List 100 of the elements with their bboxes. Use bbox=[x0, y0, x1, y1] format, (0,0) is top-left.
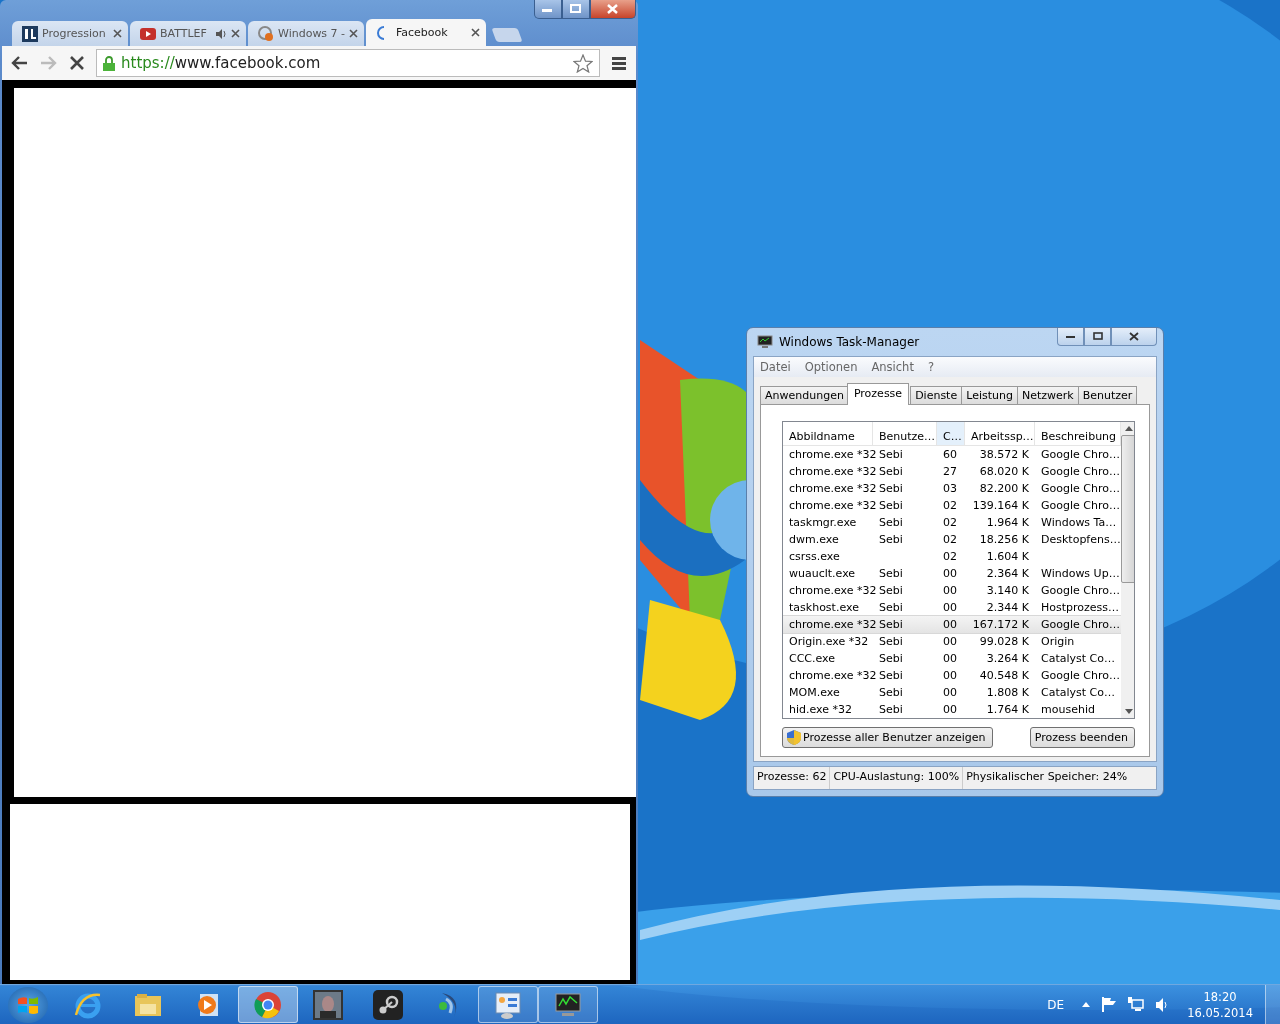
table-cell-text: 02 bbox=[942, 550, 958, 563]
process-row[interactable]: chrome.exe *32 Sebi 00 3.140 K Google Chro… bbox=[783, 582, 1121, 599]
tab[interactable]: Anwendungen bbox=[760, 386, 849, 404]
control-panel-icon[interactable] bbox=[478, 986, 538, 1023]
table-cell-text: 60 bbox=[942, 448, 958, 461]
process-row[interactable]: dwm.exe Sebi 02 18.256 K Desktopfens… bbox=[783, 531, 1121, 548]
play-icon bbox=[140, 27, 156, 40]
process-row[interactable]: taskmgr.exe Sebi 02 1.964 K Windows Ta… bbox=[783, 514, 1121, 531]
table-cell-text: mousehid bbox=[1040, 703, 1096, 716]
process-row[interactable]: chrome.exe *32 Sebi 60 38.572 K Google Chro… bbox=[783, 446, 1121, 463]
browser-tab[interactable]: BATTLEF bbox=[130, 21, 246, 46]
tab[interactable]: Leistung bbox=[961, 386, 1018, 404]
table-cell-text: Windows Ta… bbox=[1040, 516, 1118, 529]
process-row[interactable]: hid.exe *32 Sebi 00 1.764 K mousehid bbox=[783, 701, 1121, 718]
column-header[interactable]: Arbeitssp… bbox=[965, 422, 1035, 445]
minimize-button[interactable] bbox=[534, 0, 562, 19]
show-all-processes-button[interactable]: Prozesse aller Benutzer anzeigen bbox=[782, 727, 993, 748]
table-cell-text: Sebi bbox=[878, 584, 904, 597]
process-row[interactable]: csrss.exe 02 1.604 K bbox=[783, 548, 1121, 565]
minimize-button[interactable] bbox=[1057, 328, 1084, 346]
table-cell-text: 00 bbox=[942, 635, 958, 648]
table-cell-text: 167.172 K bbox=[971, 618, 1030, 631]
table-cell-text: 00 bbox=[942, 567, 958, 580]
tab[interactable]: Prozesse bbox=[846, 383, 910, 405]
browser-tab[interactable]: Windows 7 - bbox=[248, 21, 364, 46]
process-row[interactable]: MOM.exe Sebi 00 1.808 K Catalyst Co… bbox=[783, 684, 1121, 701]
status-text: CPU-Auslastung: 100% bbox=[830, 767, 964, 789]
menu-item[interactable]: ? bbox=[927, 360, 934, 374]
table-cell-text: Google Chro… bbox=[1040, 465, 1121, 478]
address-bar[interactable]: https://www.facebook.com bbox=[96, 49, 600, 77]
table-cell-text: Sebi bbox=[878, 686, 904, 699]
table-cell-text: Catalyst Co… bbox=[1040, 652, 1116, 665]
menu-item[interactable]: Optionen bbox=[804, 360, 858, 374]
stop-icon[interactable] bbox=[70, 56, 84, 70]
table-cell-text: 139.164 K bbox=[971, 499, 1030, 512]
flag-icon[interactable] bbox=[1102, 997, 1117, 1012]
process-row[interactable]: wuauclt.exe Sebi 00 2.364 K Windows Up… bbox=[783, 565, 1121, 582]
monitor-icon[interactable] bbox=[538, 986, 598, 1023]
table-cell-text: Sebi bbox=[878, 448, 904, 461]
url-text: https://www.facebook.com bbox=[121, 54, 322, 72]
column-header[interactable]: Abbildname bbox=[783, 422, 873, 445]
scroll-up-icon[interactable] bbox=[1124, 426, 1133, 431]
table-cell-text: Windows Up… bbox=[1040, 567, 1121, 580]
process-row[interactable]: chrome.exe *32 Sebi 27 68.020 K Google Chro… bbox=[783, 463, 1121, 480]
process-row[interactable]: CCC.exe Sebi 00 3.264 K Catalyst Co… bbox=[783, 650, 1121, 667]
close-tab-icon[interactable] bbox=[113, 29, 122, 38]
close-tab-icon[interactable] bbox=[349, 29, 359, 38]
language-indicator[interactable]: DE bbox=[1047, 997, 1065, 1012]
table-cell-text: Sebi bbox=[878, 465, 904, 478]
close-tab-icon[interactable] bbox=[471, 28, 480, 37]
maximize-button[interactable] bbox=[562, 0, 590, 19]
chrome-icon[interactable] bbox=[238, 986, 298, 1023]
process-row[interactable]: chrome.exe *32 Sebi 00 40.548 K Google Chro… bbox=[783, 667, 1121, 684]
close-button[interactable] bbox=[1111, 328, 1157, 346]
table-cell-text: 00 bbox=[942, 618, 958, 631]
tab[interactable]: Netzwerk bbox=[1016, 386, 1079, 404]
table-cell-text: Sebi bbox=[878, 703, 904, 716]
minimize-icon bbox=[542, 6, 554, 12]
date-text: 16.05.2014 bbox=[1187, 1004, 1253, 1021]
clock[interactable]: 18:20 16.05.2014 bbox=[1187, 988, 1253, 1021]
star-icon[interactable] bbox=[573, 53, 593, 73]
back-icon[interactable] bbox=[10, 55, 28, 71]
menu-item[interactable]: Ansicht bbox=[871, 360, 914, 374]
time-text: 18:20 bbox=[1203, 988, 1237, 1005]
process-row[interactable]: chrome.exe *32 Sebi 00 167.172 K Google Chro… bbox=[783, 616, 1121, 633]
show-desktop-button[interactable] bbox=[1265, 985, 1280, 1024]
process-row[interactable]: chrome.exe *32 Sebi 03 82.200 K Google Chro… bbox=[783, 480, 1121, 497]
process-row[interactable]: Origin.exe *32 Sebi 00 99.028 K Origin bbox=[783, 633, 1121, 650]
tab[interactable]: Dienste bbox=[910, 386, 963, 404]
table-cell-text: 27 bbox=[942, 465, 958, 478]
show-hidden-icons-icon[interactable] bbox=[1082, 1002, 1091, 1007]
table-cell-text: 38.572 K bbox=[978, 448, 1030, 461]
start-button[interactable] bbox=[8, 986, 48, 1023]
table-cell-text: 3.140 K bbox=[985, 584, 1030, 597]
table-cell-text: Sebi bbox=[878, 482, 904, 495]
table-cell-text: Sebi bbox=[878, 567, 904, 580]
maximize-button[interactable] bbox=[1084, 328, 1111, 346]
table-cell-text: Origin bbox=[1040, 635, 1076, 648]
table-cell-text: Hostprozess… bbox=[1040, 601, 1121, 614]
scroll-thumb[interactable] bbox=[1121, 435, 1134, 583]
table-cell-text: Sebi bbox=[878, 652, 904, 665]
table-cell-text: MOM.exe bbox=[788, 686, 841, 699]
scroll-down-icon[interactable] bbox=[1124, 709, 1133, 714]
end-process-button[interactable]: Prozess beenden bbox=[1029, 727, 1135, 748]
speaker-icon[interactable] bbox=[1156, 997, 1170, 1012]
browser-tab[interactable]: Progression bbox=[12, 21, 128, 46]
table-cell-text: dwm.exe bbox=[788, 533, 840, 546]
menu-icon[interactable] bbox=[612, 56, 626, 70]
menu-item[interactable]: Datei bbox=[760, 360, 791, 374]
browser-tab[interactable]: Facebook bbox=[366, 19, 486, 46]
close-button[interactable] bbox=[590, 0, 636, 19]
column-header[interactable]: C… bbox=[937, 422, 965, 445]
tab-title: Progression bbox=[42, 27, 107, 40]
process-row[interactable]: taskhost.exe Sebi 00 2.344 K Hostprozess… bbox=[783, 599, 1121, 616]
network-icon[interactable] bbox=[1128, 997, 1145, 1012]
scrollbar[interactable] bbox=[1121, 422, 1134, 718]
tab[interactable]: Benutzer bbox=[1077, 386, 1138, 404]
table-cell-text: 18.256 K bbox=[978, 533, 1030, 546]
close-tab-icon[interactable] bbox=[231, 29, 240, 38]
process-row[interactable]: chrome.exe *32 Sebi 02 139.164 K Google Chro… bbox=[783, 497, 1121, 514]
